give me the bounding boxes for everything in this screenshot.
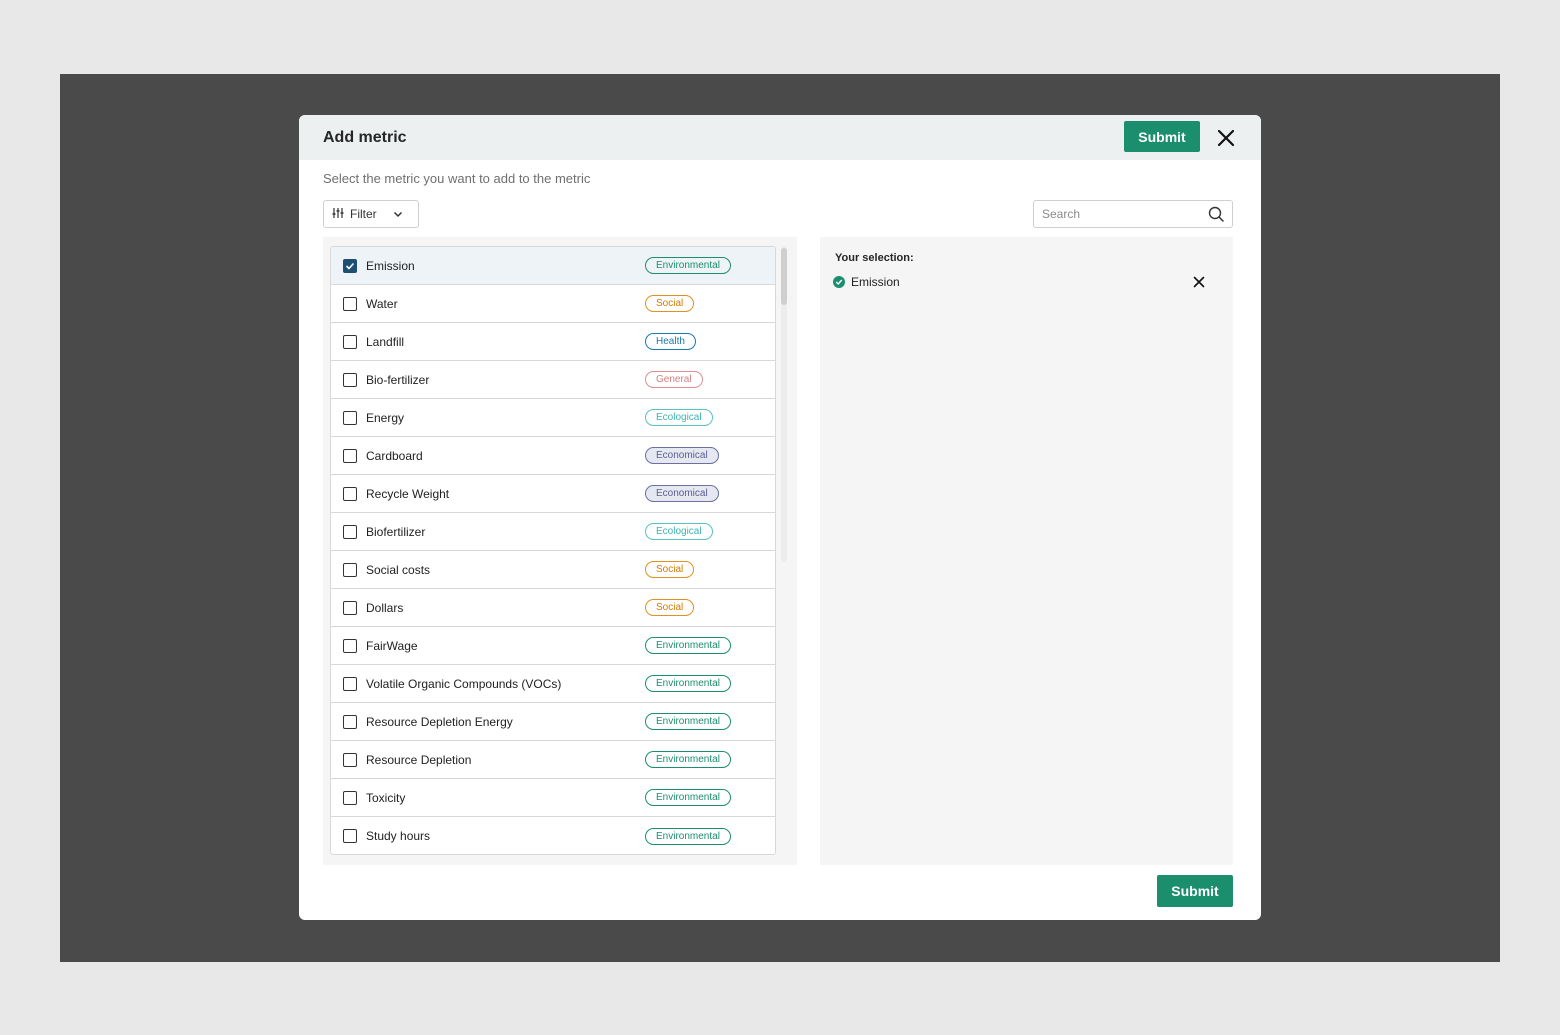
metric-label: Resource Depletion Energy	[366, 714, 513, 729]
checkbox-checked[interactable]	[343, 258, 357, 273]
chevron-down-icon	[393, 209, 403, 219]
checkbox[interactable]	[343, 638, 357, 653]
category-tag: Economical	[645, 447, 719, 464]
modal-subtitle: Select the metric you want to add to the…	[323, 171, 591, 186]
footer-submit-button[interactable]: Submit	[1157, 875, 1233, 907]
checkbox[interactable]	[343, 714, 357, 729]
category-tag: Environmental	[645, 675, 731, 692]
checkbox[interactable]	[343, 486, 357, 501]
category-tag: Health	[645, 333, 696, 350]
modal-title: Add metric	[323, 128, 407, 146]
metric-label: Social costs	[366, 562, 431, 577]
metric-label: Biofertilizer	[366, 524, 426, 539]
metric-row[interactable]: Energy Ecological	[331, 399, 775, 437]
list-scrollbar[interactable]	[781, 246, 787, 562]
checkbox[interactable]	[343, 790, 357, 805]
filter-dropdown[interactable]: Filter	[323, 200, 419, 228]
metric-row[interactable]: Recycle Weight Economical	[331, 475, 775, 513]
search-box[interactable]	[1033, 200, 1233, 228]
search-input[interactable]	[1042, 207, 1192, 221]
metric-label: Cardboard	[366, 448, 423, 463]
modal-header: Add metric Submit	[299, 115, 1261, 160]
metric-row[interactable]: Social costs Social	[331, 551, 775, 589]
checkbox[interactable]	[343, 676, 357, 691]
metric-row[interactable]: Toxicity Environmental	[331, 779, 775, 817]
close-icon[interactable]	[1213, 125, 1239, 151]
metric-row[interactable]: Resource Depletion Energy Environmental	[331, 703, 775, 741]
metric-row[interactable]: Emission Environmental	[331, 247, 775, 285]
metric-row[interactable]: Bio-fertilizer General	[331, 361, 775, 399]
category-tag: Environmental	[645, 789, 731, 806]
category-tag: Economical	[645, 485, 719, 502]
category-tag: Environmental	[645, 257, 731, 274]
scrollbar-thumb[interactable]	[781, 248, 787, 305]
checkbox[interactable]	[343, 600, 357, 615]
category-tag: Social	[645, 599, 695, 616]
metric-row[interactable]: Study hours Environmental	[331, 817, 775, 854]
metric-list-panel: Emission Environmental Water Social Landfill…	[323, 237, 797, 865]
metric-row[interactable]: Water Social	[331, 285, 775, 323]
checkbox[interactable]	[343, 448, 357, 463]
category-tag: Social	[645, 561, 695, 578]
metric-label: Energy	[366, 410, 405, 425]
checkbox[interactable]	[343, 334, 357, 349]
checkbox[interactable]	[343, 296, 357, 311]
metric-label: Emission	[366, 258, 415, 273]
metric-row[interactable]: Landfill Health	[331, 323, 775, 361]
checkbox[interactable]	[343, 372, 357, 387]
metric-row[interactable]: Volatile Organic Compounds (VOCs) Environ…	[331, 665, 775, 703]
selection-item: Emission	[833, 275, 900, 289]
category-tag: Ecological	[645, 409, 713, 426]
add-metric-modal: Add metric Submit Select the metric you …	[299, 115, 1261, 920]
selection-title: Your selection:	[835, 252, 914, 264]
category-tag: Ecological	[645, 523, 713, 540]
category-tag: Social	[645, 295, 695, 312]
checkbox[interactable]	[343, 829, 357, 843]
metric-label: Volatile Organic Compounds (VOCs)	[366, 676, 562, 691]
metric-label: Water	[366, 296, 398, 311]
metric-label: Landfill	[366, 334, 405, 349]
category-tag: Environmental	[645, 827, 731, 845]
checkmark-icon	[345, 262, 355, 270]
metric-label: Bio-fertilizer	[366, 372, 430, 387]
remove-selection-icon[interactable]	[1191, 274, 1207, 290]
metric-row[interactable]: Biofertilizer Ecological	[331, 513, 775, 551]
checkbox[interactable]	[343, 752, 357, 767]
filter-label: Filter	[350, 207, 377, 221]
category-tag: Environmental	[645, 713, 731, 730]
metric-row[interactable]: FairWage Environmental	[331, 627, 775, 665]
metric-label: FairWage	[366, 638, 418, 653]
category-tag: Environmental	[645, 637, 731, 654]
search-icon[interactable]	[1208, 206, 1224, 222]
selection-item-label: Emission	[851, 275, 900, 289]
category-tag: Environmental	[645, 751, 731, 768]
header-submit-button[interactable]: Submit	[1124, 121, 1200, 152]
metric-label: Study hours	[366, 829, 431, 843]
checkbox[interactable]	[343, 410, 357, 425]
metric-label: Resource Depletion	[366, 752, 472, 767]
metric-list: Emission Environmental Water Social Landfill…	[330, 246, 776, 855]
metric-label: Toxicity	[366, 790, 406, 805]
checkbox[interactable]	[343, 562, 357, 577]
filter-icon	[332, 207, 344, 222]
category-tag: General	[645, 371, 703, 388]
metric-row[interactable]: Cardboard Economical	[331, 437, 775, 475]
metric-label: Recycle Weight	[366, 486, 450, 501]
selection-panel: Your selection: Emission	[820, 237, 1233, 865]
metric-label: Dollars	[366, 600, 404, 615]
checkbox[interactable]	[343, 524, 357, 539]
metric-row[interactable]: Resource Depletion Environmental	[331, 741, 775, 779]
check-circle-icon	[833, 276, 845, 288]
metric-row[interactable]: Dollars Social	[331, 589, 775, 627]
